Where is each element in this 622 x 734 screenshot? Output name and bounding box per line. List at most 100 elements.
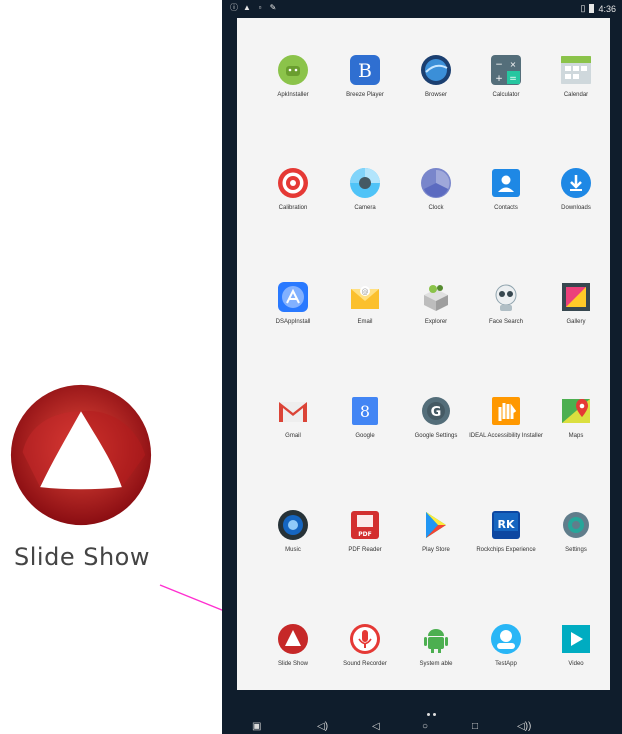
page-dot [433,713,436,716]
app-browser[interactable]: Browser [399,18,473,98]
tablet-screen: ⓘ ▲ ▫ ✎ ▯ 4:36 ApkInstaller B Breeze Pla… [222,0,622,734]
svg-text:G: G [431,405,442,420]
app-rockchips-experience[interactable]: RK Rockchips Experience [469,473,543,553]
status-icons-right: ▯ 4:36 [581,3,616,14]
info-icon: ⓘ [230,3,238,12]
music-speaker-icon [278,510,308,540]
app-label: Video [568,661,584,667]
svg-text:RK: RK [498,518,515,531]
app-camera[interactable]: Camera [328,131,402,211]
back-icon[interactable]: ◁ [372,721,380,733]
app-ideal-accessibility-installer[interactable]: IDEAL Accessibility Installer [469,359,543,439]
app-face-search[interactable]: Face Search [469,245,543,325]
page-dot [427,713,430,716]
status-icons-left: ⓘ ▲ ▫ ✎ [230,3,277,12]
contacts-icon [492,169,520,197]
app-music[interactable]: Music [256,473,330,553]
app-testapp[interactable]: TestApp [469,587,543,667]
app-label: Email [357,319,373,325]
app-label: Gallery [566,319,586,325]
rk-icon: RK [492,511,520,539]
app-explorer[interactable]: Explorer [399,245,473,325]
app-label: Breeze Player [346,92,384,98]
app-breeze-player[interactable]: B Breeze Player [328,18,402,98]
app-sound-recorder[interactable]: Sound Recorder [328,587,402,667]
svg-text:×: × [510,60,517,69]
video-play-icon [562,625,590,653]
maps-icon [562,399,590,423]
app-label: Camera [354,205,376,211]
home-icon[interactable]: ○ [422,721,428,733]
gallery-icon [562,283,590,311]
google-settings-icon: G [422,397,450,425]
app-label: Maps [568,433,584,439]
camera-icon [350,168,380,198]
app-play-store[interactable]: Play Store [399,473,473,553]
breeze-player-icon: B [350,55,380,85]
app-settings[interactable]: Settings [539,473,613,553]
test-app-icon [491,624,521,654]
calculator-icon: − × + = [491,55,521,85]
svg-text:=: = [509,74,517,84]
app-google[interactable]: 8 Google [328,359,402,439]
volume-up-icon[interactable]: ◁)) [517,721,531,733]
email-envelope-icon: @ [351,286,379,309]
downloads-icon [561,168,591,198]
app-calibration[interactable]: Calibration [256,131,330,211]
app-calculator[interactable]: − × + = Calculator [469,18,543,98]
app-dsappinstall[interactable]: DSAppInstall [256,245,330,325]
app-pdf-reader[interactable]: PDF PDF Reader [328,473,402,553]
app-store-icon [278,282,308,312]
navigation-bar: ▣ ◁) ◁ ○ □ ◁)) [222,720,622,734]
app-gallery[interactable]: Gallery [539,245,613,325]
settings-gear-icon [563,512,589,538]
app-calendar[interactable]: Calendar [539,18,613,98]
app-maps[interactable]: Maps [539,359,613,439]
clock-time: 4:36 [598,3,616,14]
page-indicator [427,713,436,716]
recents-icon[interactable]: □ [472,721,478,733]
svg-text:+: + [495,74,503,84]
app-email[interactable]: @ Email [328,245,402,325]
app-clock[interactable]: Clock [399,131,473,211]
app-downloads[interactable]: Downloads [539,131,613,211]
app-google-settings[interactable]: G Google Settings [399,359,473,439]
app-label: PDF Reader [348,547,382,553]
app-label: DSAppInstall [275,319,311,325]
explorer-icon [424,285,448,311]
svg-text:PDF: PDF [358,531,371,538]
browser-globe-icon [421,55,451,85]
app-label: Downloads [561,205,591,211]
status-bar: ⓘ ▲ ▫ ✎ ▯ 4:36 [222,0,622,18]
app-contacts[interactable]: Contacts [469,131,543,211]
app-slide-show[interactable]: Slide Show [256,587,330,667]
alert-icon: ▲ [243,3,251,12]
screenshot-icon[interactable]: ▣ [252,721,261,733]
accessibility-hand-icon [492,397,520,425]
app-video[interactable]: Video [539,587,613,667]
svg-text:B: B [358,60,372,82]
face-search-icon [495,284,517,311]
app-label: ApkInstaller [277,92,309,98]
app-apkinstaller[interactable]: ApkInstaller [256,18,330,98]
app-label: Slide Show [277,661,309,667]
slide-show-icon [278,624,308,654]
android-icon [424,629,448,653]
calendar-icon [561,56,591,84]
app-label: Google [355,433,375,439]
svg-text:−: − [495,60,503,70]
signal-icon: ▯ [580,3,586,13]
google-icon: 8 [352,397,378,425]
image-icon: ▫ [258,3,262,12]
play-store-icon [426,512,446,538]
app-gmail[interactable]: Gmail [256,359,330,439]
app-label: Calendar [563,92,589,98]
gmail-icon [279,402,307,422]
app-system-able[interactable]: System able [399,587,473,667]
slide-show-large-icon [10,384,152,526]
volume-down-icon[interactable]: ◁) [317,721,328,733]
pdf-reader-icon: PDF [351,511,379,539]
slide-show-large-label: Slide Show [14,543,150,571]
svg-text:@: @ [362,288,369,296]
android-installer-icon [278,55,308,85]
